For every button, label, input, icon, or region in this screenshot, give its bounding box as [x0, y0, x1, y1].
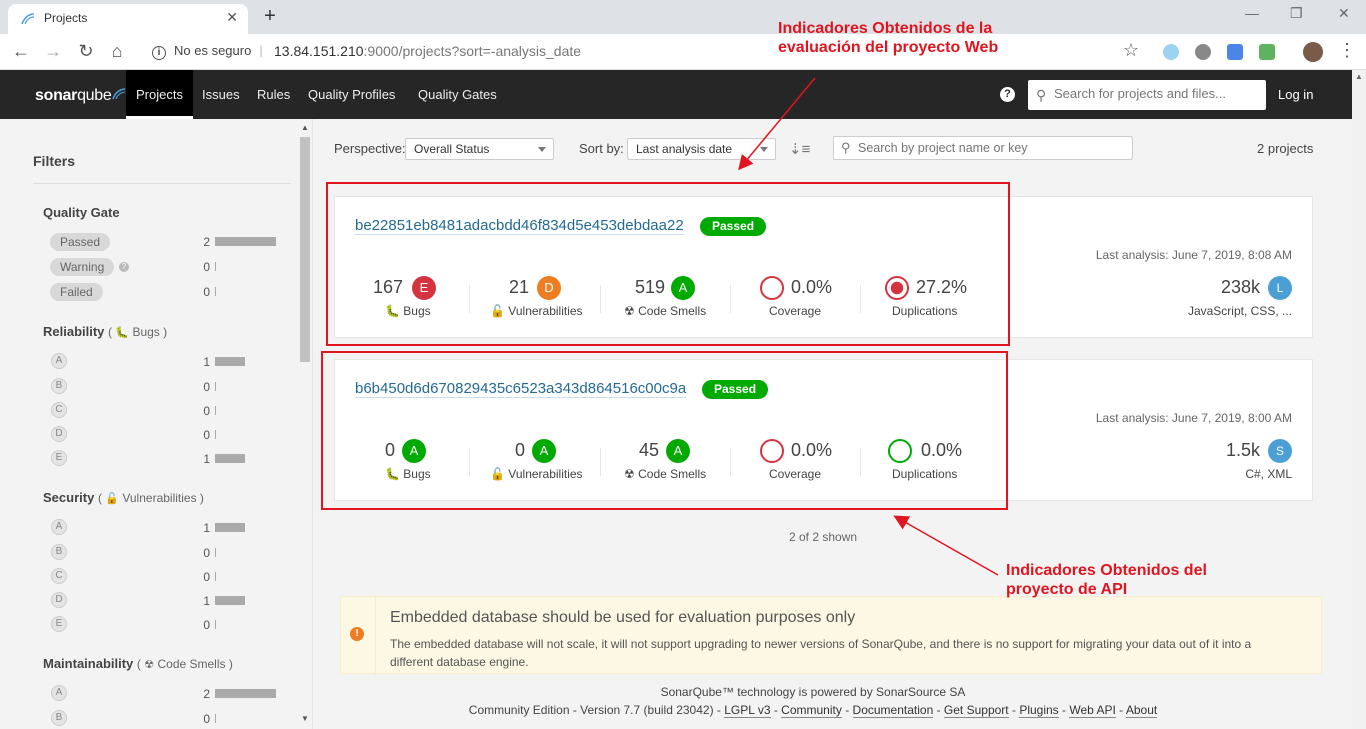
- annotation-arrow-web: [738, 77, 816, 171]
- annotation-arrows: [738, 77, 999, 576]
- annotation-arrow-api: [893, 515, 999, 576]
